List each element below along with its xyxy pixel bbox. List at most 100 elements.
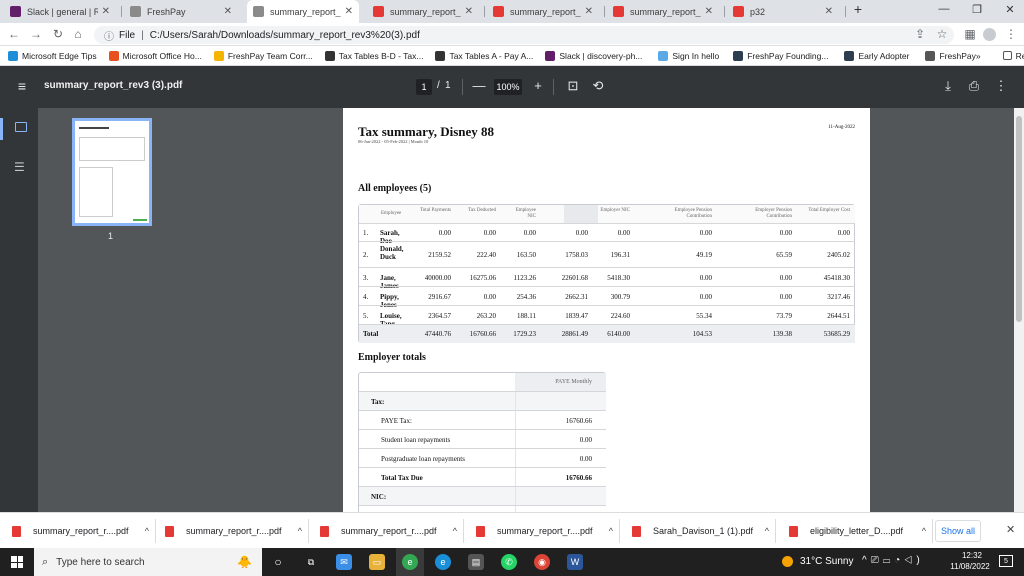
bookmark-7[interactable]: Sign In hello (658, 50, 719, 61)
reading-list-button[interactable]: Reading list (1002, 51, 1024, 61)
bookmark-6[interactable]: Slack | discovery-ph... (545, 50, 642, 61)
more-options-icon[interactable]: ⋮ (993, 78, 1009, 94)
download-item[interactable]: summary_report_r....pdf ^ (165, 513, 310, 549)
zoom-in-button[interactable]: + (530, 78, 546, 93)
bookmark-1[interactable]: Microsoft Edge Tips (8, 50, 97, 61)
tab-close-icon[interactable]: ✕ (705, 6, 713, 17)
download-item[interactable]: summary_report_r....pdf ^ (320, 513, 465, 549)
bookmark-2[interactable]: Microsoft Office Ho... (108, 50, 202, 61)
zoom-out-button[interactable]: — (471, 78, 487, 93)
weather-text[interactable]: 31°C Sunny (800, 556, 853, 567)
profile-avatar[interactable] (983, 28, 996, 41)
download-separator (155, 519, 156, 543)
system-tray-icons[interactable]: ^⎚▭◔◁) (862, 555, 924, 566)
mail-icon[interactable]: ✉ (336, 554, 352, 570)
tab-4[interactable]: summary_report_rev3 ✕ (367, 0, 479, 23)
bookmark-4[interactable]: Tax Tables B-D - Tax... (324, 50, 423, 61)
total-value: 47440.76 (424, 330, 451, 338)
minimize-icon[interactable]: — (934, 3, 954, 15)
vertical-scrollbar[interactable] (1014, 108, 1024, 512)
tab-3[interactable]: summary_report_rev3 ✕ (247, 0, 359, 23)
thumb-table (79, 167, 113, 217)
page-number-input[interactable]: 1 (416, 79, 432, 95)
share-icon[interactable]: ⇪ (912, 27, 928, 41)
download-icon[interactable]: ⤓ (940, 78, 956, 94)
tab-7[interactable]: p32 ✕ (727, 0, 839, 23)
bookmark-3[interactable]: FreshPay Team Corr... (213, 50, 313, 61)
hamburger-menu-icon[interactable]: ≡ (14, 78, 30, 94)
bookmark-8[interactable]: FreshPay Founding... (733, 50, 828, 61)
value-cell: 0.00 (699, 292, 712, 301)
download-options-icon[interactable]: ^ (145, 526, 149, 536)
bookmark-10[interactable]: FreshPay (925, 50, 976, 61)
download-item[interactable]: Sarah_Davison_1 (1).pdf ^ (632, 513, 777, 549)
fit-page-icon[interactable]: ⊡ (565, 78, 581, 94)
tab-close-icon[interactable]: ✕ (825, 6, 833, 17)
maximize-icon[interactable]: ❐ (967, 3, 987, 16)
bookmarks-more-icon[interactable]: » (976, 51, 981, 61)
tab-close-icon[interactable]: ✕ (224, 6, 232, 17)
menu-icon[interactable]: ⋮ (1003, 27, 1019, 41)
file-explorer-icon[interactable]: ▭ (369, 554, 385, 570)
value-cell: 1758.03 (565, 251, 588, 259)
star-icon[interactable]: ☆ (934, 27, 950, 41)
home-icon[interactable]: ⌂ (70, 27, 86, 41)
notification-icon[interactable]: 5 (999, 555, 1013, 567)
reload-icon[interactable]: ↻ (50, 27, 66, 41)
value-cell: 2916.67 (428, 292, 451, 301)
zoom-input[interactable]: 100% (494, 79, 522, 95)
cortana-icon[interactable]: ○ (270, 554, 286, 570)
tab-6[interactable]: summary_report_rev1 ✕ (607, 0, 719, 23)
close-downloads-icon[interactable]: ✕ (1006, 523, 1015, 536)
download-options-icon[interactable]: ^ (298, 526, 302, 536)
download-item[interactable]: summary_report_r....pdf ^ (12, 513, 157, 549)
tab-2[interactable]: FreshPay ✕ (124, 0, 238, 23)
edge-dev-icon[interactable]: e (402, 554, 418, 570)
close-window-icon[interactable]: ✕ (1000, 3, 1020, 16)
download-item[interactable]: summary_report_r....pdf ^ (476, 513, 621, 549)
search-placeholder: Type here to search (56, 556, 145, 568)
thumbnail-view-icon[interactable] (15, 122, 27, 132)
scroll-thumb[interactable] (1016, 116, 1022, 322)
show-all-button[interactable]: Show all (935, 520, 981, 542)
tab-close-icon[interactable]: ✕ (345, 6, 353, 17)
task-view-icon[interactable]: ⧉ (303, 554, 319, 570)
page-thumbnail[interactable] (72, 118, 152, 226)
chrome-icon[interactable]: ◉ (534, 554, 550, 570)
bookmarks-bar: Microsoft Edge Tips Microsoft Office Ho..… (0, 46, 1024, 66)
info-icon[interactable]: ⓘ (104, 28, 114, 43)
forward-icon[interactable]: → (28, 27, 44, 41)
download-separator (775, 519, 776, 543)
download-options-icon[interactable]: ^ (609, 526, 613, 536)
download-options-icon[interactable]: ^ (922, 526, 926, 536)
extensions-icon[interactable]: ▦ (962, 27, 978, 41)
value-cell: 16275.06 (469, 273, 496, 282)
clock-time[interactable]: 12:32 (955, 551, 989, 560)
tab-1[interactable]: Slack | general | RWM ✕ (4, 0, 116, 23)
et-divider (515, 449, 516, 468)
store-icon[interactable]: ▤ (468, 554, 484, 570)
taskbar-search-box[interactable]: ⌕ Type here to search 🐥 (34, 548, 262, 576)
tab-close-icon[interactable]: ✕ (102, 6, 110, 17)
edge-icon[interactable]: e (435, 554, 451, 570)
print-icon[interactable]: ⎙ (966, 78, 982, 94)
back-icon[interactable]: ← (6, 27, 22, 41)
tab-label: summary_report_rev1 (630, 6, 701, 17)
download-options-icon[interactable]: ^ (453, 526, 457, 536)
download-item[interactable]: eligibility_letter_D....pdf ^ (789, 513, 934, 549)
tab-5[interactable]: summary_report_rev1 ✕ (487, 0, 599, 23)
tab-close-icon[interactable]: ✕ (465, 6, 473, 17)
new-tab-button[interactable]: + (848, 1, 868, 17)
outline-view-icon[interactable]: ☰ (14, 160, 25, 174)
bookmark-9[interactable]: Early Adopter (844, 50, 909, 61)
rotate-icon[interactable]: ⟲ (590, 78, 606, 94)
tab-close-icon[interactable]: ✕ (585, 6, 593, 17)
whatsapp-icon[interactable]: ✆ (501, 554, 517, 570)
windows-start-icon[interactable] (11, 556, 23, 568)
bookmark-5[interactable]: Tax Tables A - Pay A... (435, 50, 533, 61)
download-options-icon[interactable]: ^ (765, 526, 769, 536)
address-input[interactable]: ⓘ File | C:/Users/Sarah/Downloads/summar… (94, 26, 954, 44)
et-row: Total Tax Due 16760.66 (359, 467, 606, 487)
word-icon[interactable]: W (567, 554, 583, 570)
clock-date[interactable]: 11/08/2022 (945, 562, 995, 571)
